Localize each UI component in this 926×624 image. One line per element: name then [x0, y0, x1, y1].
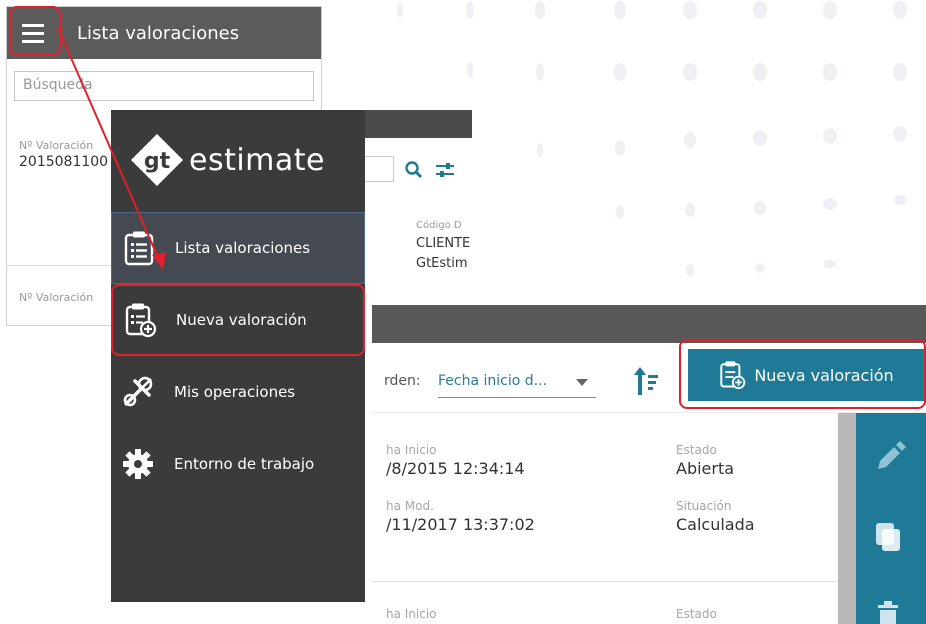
filter-sliders-icon[interactable]	[434, 160, 456, 180]
menu-item-nueva-valoracion[interactable]: Nueva valoración	[111, 284, 365, 356]
menu-item-label: Lista valoraciones	[175, 239, 311, 257]
trash-icon[interactable]	[870, 599, 906, 624]
situacion-value: Calculada	[676, 515, 755, 534]
menu-item-label: Mis operaciones	[174, 383, 296, 401]
menu-item-lista-valoraciones[interactable]: Lista valoraciones	[111, 212, 365, 284]
middle-search-input[interactable]	[364, 156, 394, 182]
fecha-inicio-field: ha Inicio /8/2015 12:34:14	[386, 443, 525, 478]
sort-direction-icon[interactable]	[634, 365, 660, 399]
fecha-inicio-label: ha Inicio	[386, 443, 437, 457]
svg-text:gt: gt	[144, 149, 171, 174]
menu-item-label: Entorno de trabajo	[174, 455, 315, 473]
highlight-box	[679, 339, 926, 409]
copy-icon[interactable]	[870, 519, 906, 555]
estado-value: Abierta	[676, 459, 735, 478]
tools-icon	[118, 372, 158, 412]
search-input[interactable]: Búsqueda	[14, 71, 314, 101]
logo-text: estimate	[189, 142, 326, 178]
search-icon[interactable]	[404, 160, 424, 180]
record-divider	[372, 581, 838, 582]
fecha-mod-value: /11/2017 13:37:02	[386, 515, 535, 534]
fecha-mod-field: ha Mod. /11/2017 13:37:02	[386, 499, 535, 534]
fecha-inicio-label: ha Inicio	[386, 607, 437, 621]
codigo-value-secondary: GtEstim	[416, 256, 468, 271]
gt-estimate-logo: gt estimate	[111, 110, 365, 210]
chevron-down-icon[interactable]	[576, 379, 588, 386]
valoracion-number-value: 2015081100	[19, 154, 109, 170]
list-item[interactable]: Nº Valoración	[19, 291, 93, 304]
list-item[interactable]: Nº Valoración 2015081100	[19, 139, 108, 170]
fecha-inicio-field: ha Inicio	[386, 607, 437, 621]
menu-item-label: Nueva valoración	[176, 311, 307, 329]
situacion-label: Situación	[676, 499, 732, 513]
clipboard-add-icon	[120, 300, 160, 340]
valoracion-number-label: Nº Valoración	[19, 291, 94, 304]
navigation-menu: gt estimate Lista valoraciones Nueva val…	[111, 110, 365, 602]
fecha-inicio-value: /8/2015 12:34:14	[386, 459, 525, 478]
estado-field: Estado Abierta	[676, 443, 734, 478]
valoracion-number-label: Nº Valoración	[19, 139, 94, 152]
menu-item-mis-operaciones[interactable]: Mis operaciones	[111, 356, 365, 428]
fecha-mod-label: ha Mod.	[386, 499, 434, 513]
estado-label: Estado	[676, 607, 717, 621]
sort-order-label: rden:	[384, 373, 421, 389]
valoracion-detail-panel: rden: Fecha inicio d... Nueva valoración…	[372, 305, 926, 624]
codigo-value: CLIENTE	[416, 236, 471, 251]
highlight-box	[9, 6, 61, 56]
detail-panel-header	[372, 305, 926, 343]
gt-logo-icon: gt	[131, 134, 183, 186]
sort-order-select[interactable]: Fecha inicio d...	[438, 373, 547, 389]
edit-pencil-icon[interactable]	[870, 439, 906, 475]
list-panel-title: Lista valoraciones	[77, 22, 240, 44]
gear-icon	[118, 444, 158, 484]
codigo-label: Código D	[416, 220, 462, 231]
estado-label: Estado	[676, 443, 717, 457]
menu-item-entorno-de-trabajo[interactable]: Entorno de trabajo	[111, 428, 365, 500]
situacion-field: Situación Calculada	[676, 499, 755, 534]
sort-select-underline	[438, 397, 596, 398]
clipboard-list-icon	[119, 228, 159, 268]
actions-bar-shade	[838, 413, 856, 624]
estado-field: Estado	[676, 607, 717, 621]
